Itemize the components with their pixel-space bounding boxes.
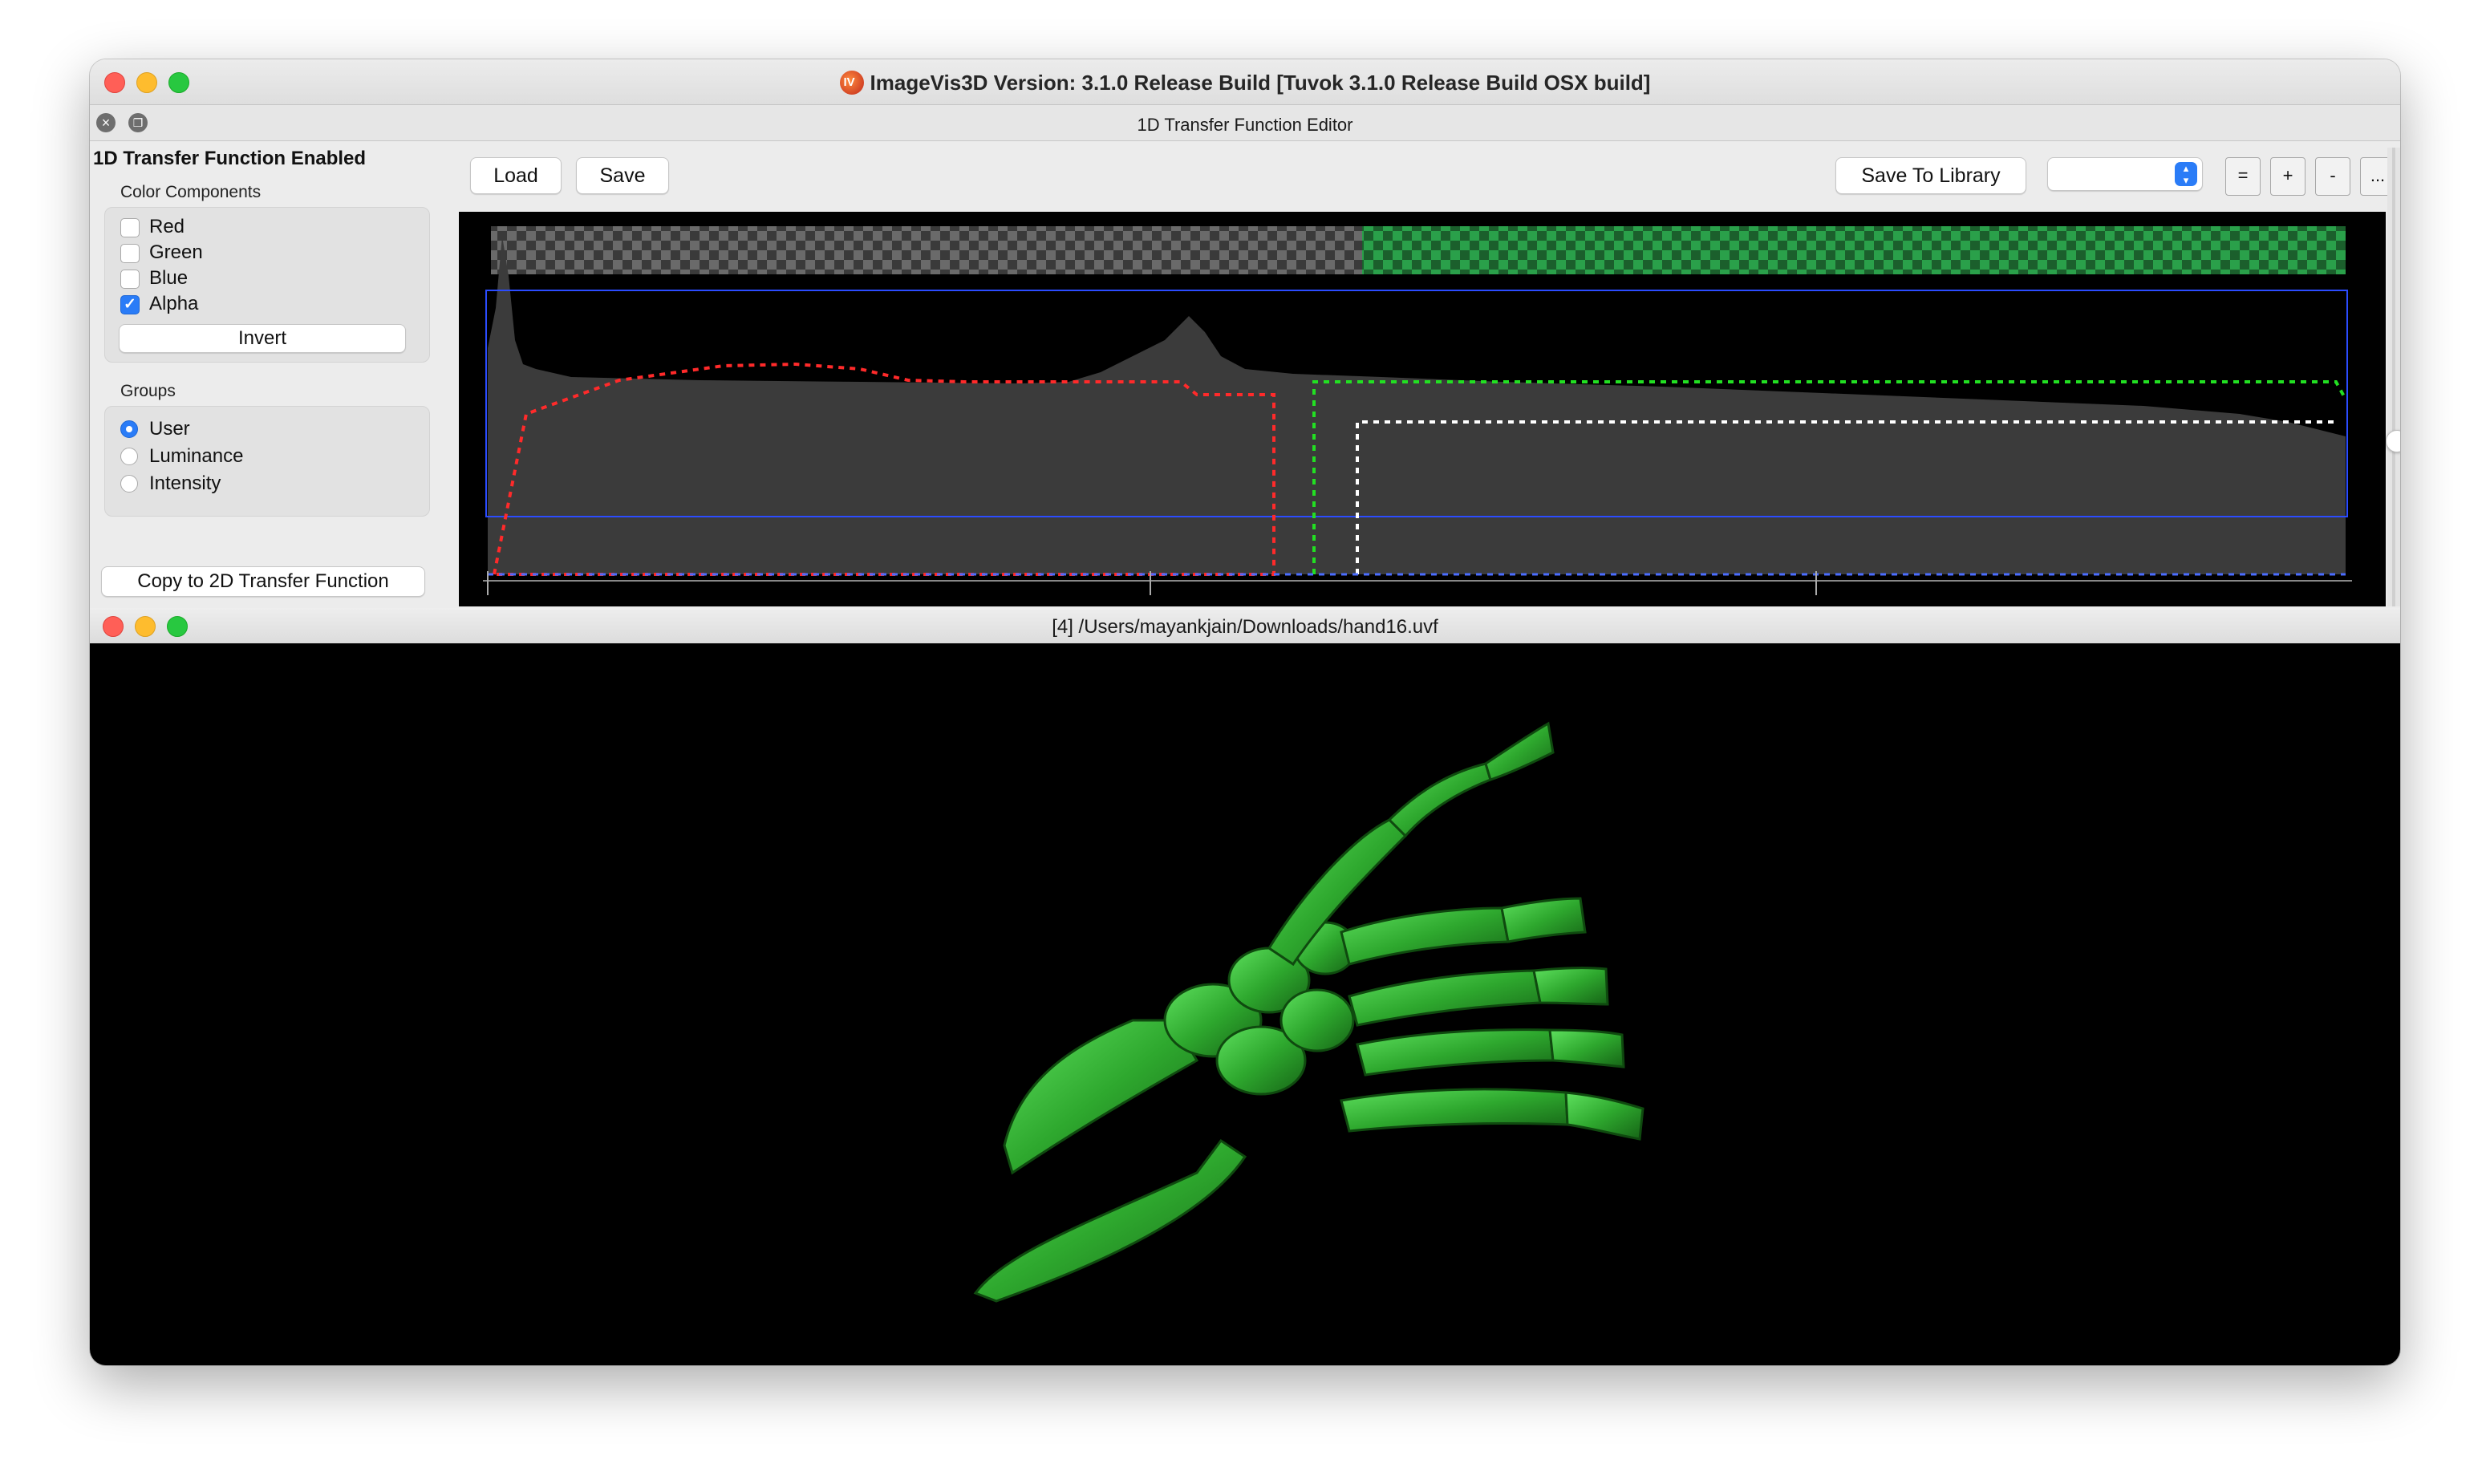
forearm-bone — [1003, 1019, 1199, 1175]
finger-bone — [1348, 969, 1542, 1027]
color-strip-green — [1362, 226, 2346, 274]
minus-button[interactable]: - — [2315, 157, 2350, 196]
panel-scrollbar[interactable] — [2386, 148, 2400, 606]
render-window-title-bar: [4] /Users/mayankjain/Downloads/hand16.u… — [90, 608, 2400, 644]
invert-button[interactable]: Invert — [119, 324, 406, 353]
hand-skeleton-render[interactable] — [90, 643, 2400, 1365]
window-title-row: ImageVis3D Version: 3.1.0 Release Build … — [90, 71, 2400, 95]
blue-checkbox[interactable] — [120, 270, 140, 289]
groups-title: Groups — [120, 382, 176, 400]
luminance-radio[interactable] — [120, 448, 138, 465]
user-label: User — [149, 418, 190, 440]
equals-button[interactable]: = — [2225, 157, 2261, 196]
alpha-label: Alpha — [149, 293, 199, 314]
tf-toolbar: Load Save Save To Library ▴ ▾ = + - ... — [459, 149, 2395, 209]
carpal-bone — [1279, 988, 1355, 1052]
finger-bone — [1532, 967, 1609, 1006]
copy-to-2d-button[interactable]: Copy to 2D Transfer Function — [101, 566, 425, 597]
app-icon — [839, 71, 864, 95]
plus-button[interactable]: + — [2270, 157, 2305, 196]
red-label: Red — [149, 216, 185, 237]
user-radio[interactable] — [120, 420, 138, 438]
dock-title: 1D Transfer Function Editor — [1137, 115, 1353, 135]
library-select[interactable]: ▴ ▾ — [2047, 157, 2203, 191]
tf-graphics[interactable] — [459, 212, 2386, 606]
select-stepper-icon: ▴ ▾ — [2175, 162, 2197, 186]
color-strip-transparent — [491, 226, 1362, 274]
hand-bones — [973, 721, 1644, 1303]
dock-title-bar: × ❐ 1D Transfer Function Editor — [90, 105, 2400, 141]
finger-bone — [1340, 1088, 1569, 1133]
red-checkbox[interactable] — [120, 218, 140, 237]
save-button[interactable]: Save — [576, 157, 669, 194]
blue-label: Blue — [149, 267, 189, 289]
title-bar: ImageVis3D Version: 3.1.0 Release Build … — [90, 59, 2400, 105]
scroll-knob[interactable] — [2386, 430, 2400, 452]
green-checkbox[interactable] — [120, 244, 140, 263]
app-window: ImageVis3D Version: 3.1.0 Release Build … — [90, 59, 2400, 1365]
scroll-track — [2392, 148, 2395, 606]
volume-render-view[interactable] — [90, 643, 2400, 1365]
load-button[interactable]: Load — [470, 157, 562, 194]
render-window-title: [4] /Users/mayankjain/Downloads/hand16.u… — [1052, 616, 1438, 638]
save-to-library-button[interactable]: Save To Library — [1835, 157, 2026, 194]
thumb-bone — [1387, 762, 1492, 838]
tf-enabled-label: 1D Transfer Function Enabled — [93, 148, 367, 169]
finger-bone — [1356, 1028, 1555, 1077]
histogram — [488, 236, 2346, 574]
luminance-label: Luminance — [149, 445, 244, 467]
green-label: Green — [149, 241, 203, 263]
intensity-radio[interactable] — [120, 475, 138, 493]
transfer-function-left-panel: 1D Transfer Function Enabled Color Compo… — [90, 141, 456, 603]
alpha-checkbox[interactable]: ✓ — [120, 295, 140, 314]
finger-bone — [1340, 906, 1510, 966]
thumb-bone — [1484, 721, 1555, 781]
finger-bone — [1548, 1028, 1625, 1068]
window-title: ImageVis3D Version: 3.1.0 Release Build … — [870, 71, 1651, 95]
transfer-function-canvas[interactable] — [459, 212, 2386, 606]
intensity-label: Intensity — [149, 472, 221, 494]
finger-bone — [1500, 897, 1587, 943]
finger-bone — [1564, 1091, 1644, 1141]
color-components-title: Color Components — [120, 183, 262, 201]
